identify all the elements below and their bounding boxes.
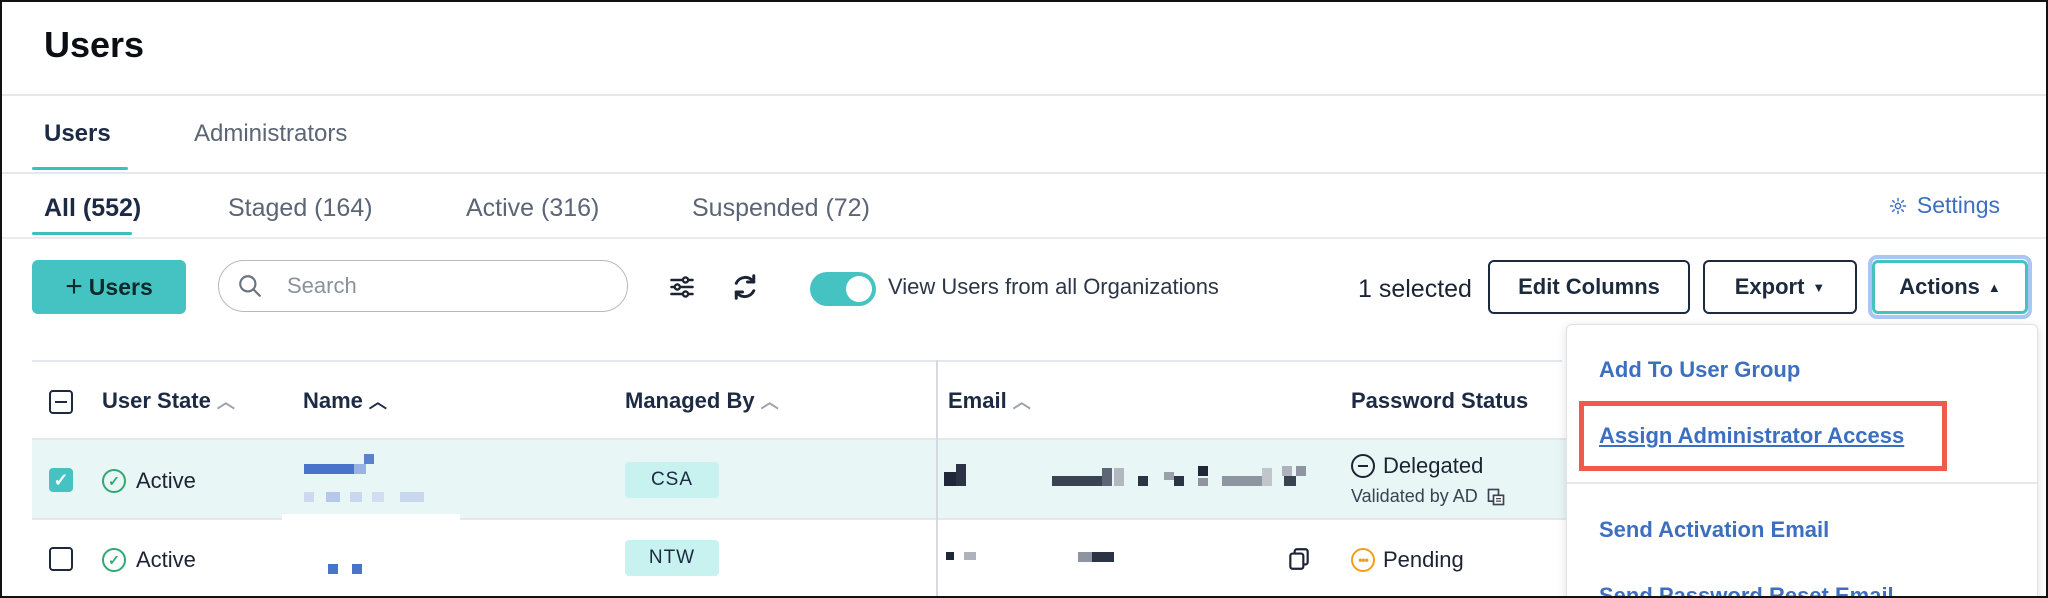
- divider: [2, 94, 2046, 96]
- header-user-state[interactable]: User State ︿: [102, 388, 235, 414]
- selected-count: 1 selected: [1358, 275, 1472, 303]
- caret-up-icon: ▲: [1987, 279, 2001, 295]
- settings-link[interactable]: Settings: [1889, 192, 2000, 219]
- toggle-knob: [846, 276, 872, 302]
- pending-icon: •••: [1351, 548, 1375, 572]
- toggle-label: View Users from all Organizations: [888, 274, 1219, 299]
- user-state-cell: ✓ Active: [102, 468, 196, 494]
- tab-active[interactable]: Active (316): [466, 194, 599, 223]
- search-box[interactable]: [218, 260, 628, 312]
- table-top-border: [32, 360, 1562, 362]
- actions-button[interactable]: Actions ▲: [1872, 260, 2028, 314]
- menu-separator: [1567, 482, 2037, 484]
- header-name[interactable]: Name ︿: [303, 388, 387, 414]
- tab-suspended[interactable]: Suspended (72): [692, 194, 870, 223]
- tab-staged[interactable]: Staged (164): [228, 194, 373, 223]
- column-divider: [936, 360, 938, 596]
- row-checkbox[interactable]: [49, 547, 73, 571]
- menu-item-add-to-user-group[interactable]: Add To User Group: [1599, 357, 1800, 383]
- directory-icon: [1487, 488, 1505, 505]
- page-title: Users: [44, 24, 145, 65]
- active-status-indicator: [32, 232, 132, 235]
- user-state-label: Active: [136, 547, 196, 572]
- user-state-label: Active: [136, 468, 196, 493]
- tab-users[interactable]: Users: [44, 120, 111, 148]
- export-button[interactable]: Export ▼: [1703, 260, 1857, 314]
- header-managed-by-label: Managed By: [625, 388, 755, 413]
- check-circle-icon: ✓: [102, 469, 126, 493]
- row-checkbox[interactable]: ✓: [49, 468, 73, 492]
- header-email-label: Email: [948, 388, 1007, 413]
- add-users-label: Users: [88, 273, 153, 300]
- menu-item-send-activation-email[interactable]: Send Activation Email: [1599, 517, 1829, 543]
- add-users-button[interactable]: + Users: [32, 260, 186, 314]
- check-circle-icon: ✓: [102, 548, 126, 572]
- header-password-status-label: Password Status: [1351, 388, 1529, 413]
- actions-dropdown: Add To User Group Assign Administrator A…: [1566, 324, 2038, 596]
- redacted-name: [302, 454, 432, 504]
- password-status-label: Delegated: [1383, 453, 1484, 478]
- user-state-cell: ✓ Active: [102, 547, 196, 573]
- select-all-checkbox[interactable]: [49, 390, 73, 414]
- divider: [2, 172, 2046, 174]
- sort-active-icon: ︿: [368, 392, 387, 412]
- header-name-label: Name: [303, 388, 363, 413]
- password-sub-cell: Validated by AD: [1351, 486, 1506, 507]
- users-page: Users Users Administrators All (552) Sta…: [0, 0, 2048, 598]
- password-sub-label: Validated by AD: [1351, 486, 1478, 506]
- password-status-cell: ••• Pending: [1351, 547, 1464, 573]
- sort-icon: ︿: [216, 392, 235, 412]
- edit-columns-button[interactable]: Edit Columns: [1488, 260, 1690, 314]
- tab-administrators[interactable]: Administrators: [194, 120, 347, 148]
- refresh-icon[interactable]: [730, 272, 760, 302]
- actions-label: Actions: [1899, 274, 1980, 299]
- redacted-name: [324, 562, 374, 576]
- password-status-label: Pending: [1383, 547, 1464, 572]
- menu-item-assign-administrator-access[interactable]: Assign Administrator Access: [1599, 423, 1904, 449]
- active-tab-indicator: [32, 167, 128, 170]
- menu-item-send-password-reset-email[interactable]: Send Password Reset Email: [1599, 583, 1894, 596]
- header-managed-by[interactable]: Managed By ︿: [625, 388, 779, 414]
- gear-icon: [1889, 197, 1907, 214]
- managed-by-badge: NTW: [625, 540, 719, 576]
- minus-circle-icon: [1351, 454, 1375, 478]
- row-divider: [32, 518, 1572, 520]
- caret-down-icon: ▼: [1812, 279, 1826, 295]
- name-mask: [282, 514, 460, 528]
- search-input[interactable]: [285, 272, 589, 300]
- view-all-orgs-toggle[interactable]: [810, 272, 876, 306]
- plus-icon: +: [65, 270, 83, 303]
- header-email[interactable]: Email ︿: [948, 388, 1031, 414]
- header-user-state-label: User State: [102, 388, 211, 413]
- selected-row-bg: [32, 440, 1572, 518]
- export-label: Export: [1734, 274, 1805, 299]
- tab-all[interactable]: All (552): [44, 194, 141, 223]
- row-divider: [32, 438, 1572, 440]
- search-icon: [239, 275, 261, 297]
- divider: [2, 237, 2046, 239]
- redacted-email: [942, 464, 1312, 494]
- redacted-email: [942, 550, 1142, 564]
- filter-sliders-icon[interactable]: [668, 273, 696, 301]
- header-password-status[interactable]: Password Status: [1351, 388, 1528, 414]
- settings-label: Settings: [1916, 192, 2000, 218]
- sort-icon: ︿: [760, 392, 779, 412]
- edit-columns-label: Edit Columns: [1518, 274, 1660, 299]
- password-status-cell: Delegated: [1351, 453, 1483, 479]
- sort-icon: ︿: [1012, 392, 1031, 412]
- copy-icon[interactable]: [1286, 546, 1312, 572]
- managed-by-badge: CSA: [625, 462, 719, 498]
